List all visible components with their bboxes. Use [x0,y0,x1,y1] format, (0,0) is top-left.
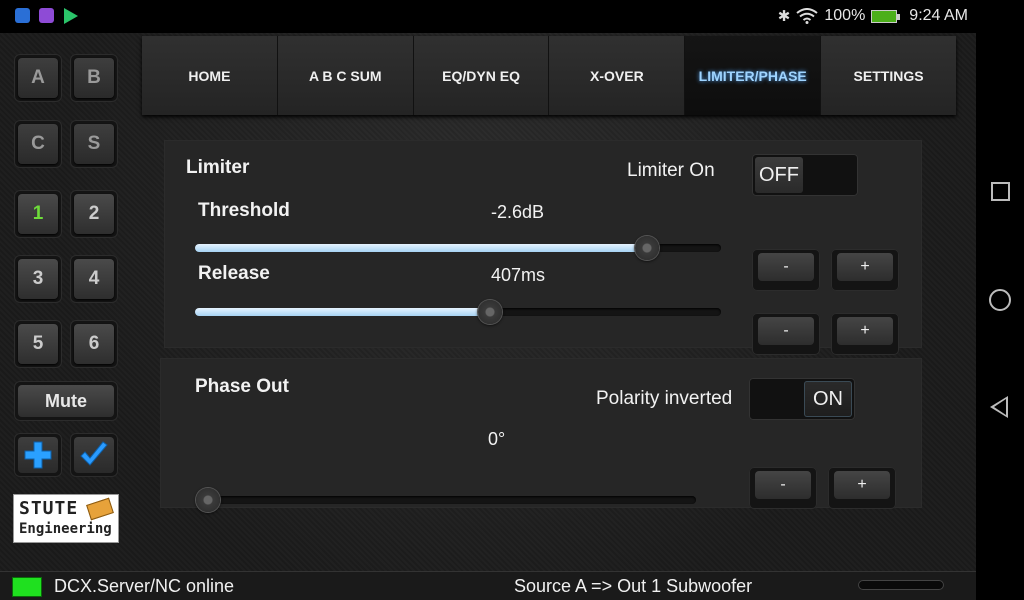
release-value: 407ms [491,265,546,285]
connection-status: DCX.Server/NC online [54,576,235,596]
connection-led [12,577,42,597]
release-slider-thumb[interactable] [477,300,502,324]
polarity-inverted-label: Polarity inverted [596,388,733,409]
bluetooth-icon: ✱ [777,8,791,25]
status-right: ✱ 100% 9:24 AM [778,6,968,26]
usb-icon [15,8,30,23]
input-b-button[interactable]: B [70,54,118,102]
tab-limiter-phase[interactable]: LIMITER/PHASE [685,36,822,115]
threshold-minus-button[interactable]: - [752,249,820,291]
book-icon [86,497,114,521]
drawer-handle[interactable] [858,580,944,590]
gallery-icon [39,8,54,23]
phase-minus-button[interactable]: - [749,467,817,509]
phase-out-title: Phase Out [195,376,289,397]
polarity-inverted-toggle[interactable]: ON [749,378,855,420]
screen: ✱ 100% 9:24 AM A B C S 1 2 3 4 5 6 Mute … [0,0,1024,600]
polarity-toggle-state: ON [804,381,852,417]
phase-plus-button[interactable]: + [828,467,896,509]
limiter-title: Limiter [186,157,250,178]
threshold-plus-button[interactable]: + [831,249,899,291]
release-slider[interactable] [195,300,721,324]
phase-slider[interactable] [196,488,696,512]
tab-bar: HOME A B C SUM EQ/DYN EQ X-OVER LIMITER/… [142,36,956,115]
threshold-label: Threshold [198,200,290,221]
app-area: A B C S 1 2 3 4 5 6 Mute STUTE Engineeri… [0,33,976,571]
tab-x-over[interactable]: X-OVER [549,36,686,115]
output-6-button[interactable]: 6 [70,320,118,368]
phase-value: 0° [488,429,506,449]
limiter-on-label: Limiter On [627,160,715,181]
threshold-value: -2.6dB [491,202,545,222]
input-c-button[interactable]: C [14,120,62,168]
stute-engineering-logo: STUTE Engineering [13,494,119,543]
output-4-button[interactable]: 4 [70,255,118,303]
output-2-button[interactable]: 2 [70,190,118,238]
sidebar: A B C S 1 2 3 4 5 6 Mute STUTE Engineeri… [0,33,134,571]
release-label: Release [198,263,270,284]
output-5-button[interactable]: 5 [14,320,62,368]
mute-button[interactable]: Mute [14,381,118,421]
home-icon[interactable] [989,289,1011,311]
plus-icon [24,441,52,469]
limiter-on-toggle[interactable]: OFF [752,154,858,196]
confirm-button[interactable] [70,433,118,477]
limiter-toggle-state: OFF [755,157,803,193]
battery-percent: 100% [824,7,866,24]
release-plus-button[interactable]: + [831,313,899,355]
navigation-bar [976,33,1024,600]
release-slider-fill [195,308,490,316]
play-store-icon [64,8,78,24]
tab-abc-sum[interactable]: A B C SUM [277,36,414,115]
back-icon[interactable] [990,396,1008,418]
phase-panel: Phase Out Polarity inverted ON 0° - + [160,358,922,512]
add-button[interactable] [14,433,62,477]
input-sum-button[interactable]: S [70,120,118,168]
tab-eq-dyn-eq[interactable]: EQ/DYN EQ [413,36,550,115]
output-3-button[interactable]: 3 [14,255,62,303]
clock: 9:24 AM [909,7,968,24]
battery-icon [871,9,901,23]
tab-settings[interactable]: SETTINGS [821,36,956,115]
tab-home[interactable]: HOME [142,36,278,115]
phase-slider-thumb[interactable] [196,488,220,512]
status-bar: ✱ 100% 9:24 AM [0,0,1024,33]
limiter-panel: Limiter Limiter On OFF Threshold -2.6dB … [164,140,922,355]
recents-icon[interactable] [991,182,1010,201]
routing-status: Source A => Out 1 Subwoofer [514,576,753,596]
threshold-slider-fill [195,244,648,252]
threshold-slider-thumb[interactable] [635,236,660,260]
wifi-icon [796,8,818,24]
checkmark-icon [80,441,108,466]
output-1-button[interactable]: 1 [14,190,62,238]
release-minus-button[interactable]: - [752,313,820,355]
input-a-button[interactable]: A [14,54,62,102]
threshold-slider[interactable] [195,236,721,260]
footer-status-bar: DCX.Server/NC online Source A => Out 1 S… [0,571,976,600]
